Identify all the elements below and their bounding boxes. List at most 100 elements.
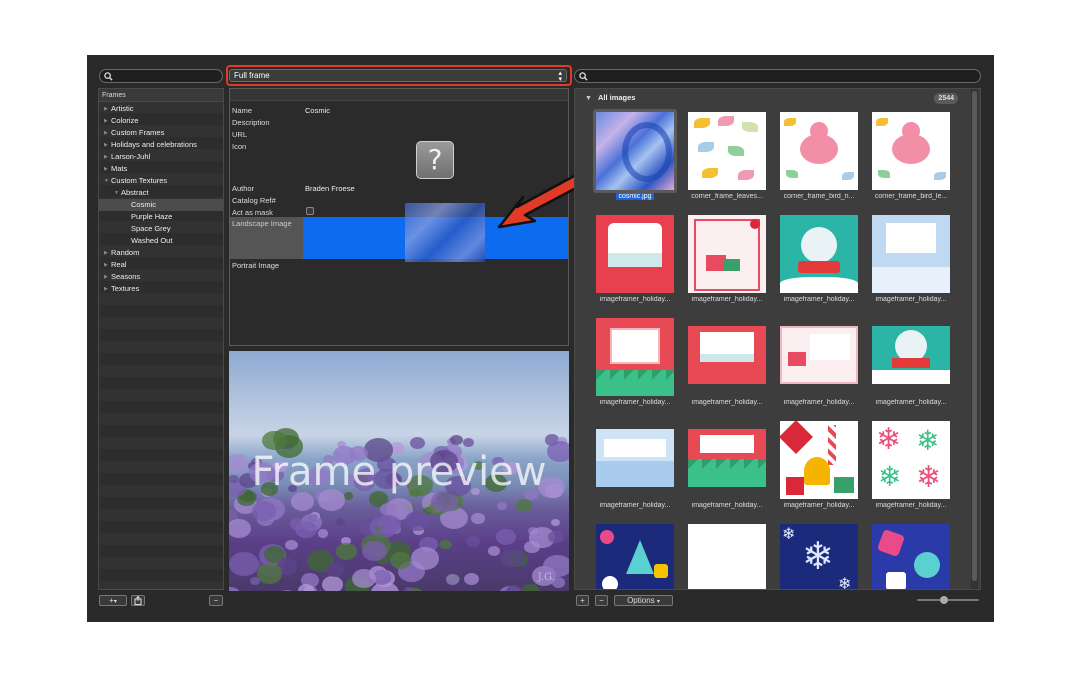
disclosure-closed-icon[interactable]: ▶ [104,151,108,163]
image-tile[interactable]: imageframer_holiday... [685,418,769,518]
add-frame-button[interactable]: +▾ [99,595,127,606]
frame-tree-item-label: Cosmic [131,200,157,209]
image-tile[interactable]: imageframer_holiday... [777,418,861,518]
frame-tree-item[interactable]: ▶ Random [99,247,223,259]
image-thumbnail[interactable] [780,318,858,396]
frame-tree-item[interactable]: Space Grey [99,223,223,235]
frame-tree-item[interactable]: Washed Out [99,235,223,247]
image-thumbnail[interactable] [596,215,674,293]
frame-tree-item[interactable]: ▶ Textures [99,283,223,295]
images-search-input[interactable] [574,69,981,83]
frame-tree-item[interactable]: ▼ Abstract [99,187,223,199]
image-tile[interactable]: imageframer_holiday... [685,315,769,415]
image-tile[interactable]: corner_frame_leaves... [685,109,769,209]
gallery-scrollbar[interactable] [971,89,978,589]
frame-tree-item[interactable]: ▶ Mats [99,163,223,175]
frame-tree-item-label: Space Grey [131,224,171,233]
disclosure-closed-icon[interactable]: ▶ [104,139,108,151]
image-tile[interactable]: imageframer_holiday... [593,212,677,312]
portrait-image-label: Portrait Image [232,261,280,270]
image-thumbnail[interactable] [596,112,674,190]
image-count-badge: 2544 [934,93,958,104]
disclosure-closed-icon[interactable]: ▶ [104,271,108,283]
image-thumbnail[interactable] [872,215,950,293]
image-thumbnail[interactable] [780,421,858,499]
disclosure-closed-icon[interactable]: ▶ [104,283,108,295]
disclosure-closed-icon[interactable]: ▶ [104,247,108,259]
disclosure-open-icon[interactable]: ▼ [104,175,109,187]
image-thumbnail[interactable] [688,215,766,293]
image-thumbnail[interactable] [780,112,858,190]
disclosure-closed-icon[interactable]: ▶ [104,259,108,271]
frame-tree-item[interactable]: ▼ Custom Textures [99,175,223,187]
catalog-ref-label: Catalog Ref# [232,196,276,205]
remove-image-button[interactable]: − [595,595,608,606]
frame-tree-item-label: Larson-Juhl [111,152,151,161]
frame-tree-item-label: Random [111,248,140,257]
image-tile[interactable]: imageframer_holiday... [593,418,677,518]
image-thumbnail[interactable] [872,524,950,589]
frames-search-input[interactable] [99,69,223,83]
image-thumbnail[interactable] [596,318,674,396]
image-tile[interactable]: ❄ ❄ ❄ [777,521,861,589]
image-thumbnail[interactable] [688,524,766,589]
image-tile[interactable]: corner_frame_bird_le... [869,109,953,209]
image-thumbnail[interactable] [688,421,766,499]
dragged-image-thumbnail[interactable] [405,203,485,262]
thumbnail-size-slider-knob[interactable] [940,596,948,604]
properties-header [230,89,568,101]
frame-tree-item[interactable]: Cosmic [99,199,223,211]
disclosure-triangle-icon[interactable]: ▼ [585,95,592,102]
act-as-mask-checkbox[interactable] [306,207,314,215]
image-tile[interactable]: imageframer_holiday... [685,212,769,312]
disclosure-open-icon[interactable]: ▼ [114,187,119,199]
disclosure-closed-icon[interactable]: ▶ [104,115,108,127]
image-tile[interactable]: imageframer_holiday... [777,212,861,312]
image-tile[interactable]: corner_frame_bird_ri... [777,109,861,209]
image-tile[interactable] [593,521,677,589]
frame-tree-item[interactable]: ▶ Artistic [99,103,223,115]
icon-label: Icon [232,142,247,151]
disclosure-closed-icon[interactable]: ▶ [104,163,108,175]
image-tile[interactable]: imageframer_holiday... [777,315,861,415]
image-tile[interactable]: imageframer_holiday... [869,315,953,415]
frame-tree-item[interactable]: ▶ Larson-Juhl [99,151,223,163]
frame-tree-item[interactable]: ▶ Holidays and celebrations [99,139,223,151]
add-image-button[interactable]: + [576,595,589,606]
frame-tree-item[interactable]: Purple Haze [99,211,223,223]
all-images-group-header[interactable]: ▼ All images [585,93,635,102]
disclosure-closed-icon[interactable]: ▶ [104,127,108,139]
image-tile[interactable]: imageframer_holiday... [593,315,677,415]
image-thumbnail[interactable]: ❄ ❄ ❄ ❄ [872,421,950,499]
author-value[interactable]: Braden Froese [305,184,355,193]
image-thumbnail[interactable] [780,215,858,293]
frame-tree-item[interactable]: ▶ Real [99,259,223,271]
frame-tree-item[interactable]: ▶ Custom Frames [99,127,223,139]
image-tile[interactable]: imageframer_holiday... [869,212,953,312]
frame-tree-item[interactable]: ▶ Seasons [99,271,223,283]
image-tile[interactable]: ❄ ❄ ❄ ❄ imageframer_holiday... [869,418,953,518]
image-tile[interactable] [685,521,769,589]
name-value[interactable]: Cosmic [305,106,330,115]
description-label: Description [232,118,270,127]
image-tile[interactable]: cosmic.jpg [593,109,677,209]
image-thumbnail[interactable]: ❄ ❄ ❄ [780,524,858,589]
image-thumbnail[interactable] [596,524,674,589]
options-menu-button[interactable]: Options ▾ [614,595,673,606]
disclosure-closed-icon[interactable]: ▶ [104,103,108,115]
image-thumbnail[interactable] [688,112,766,190]
image-thumbnail[interactable] [872,318,950,396]
thumbnail-size-slider[interactable] [917,599,979,601]
image-thumbnail[interactable] [688,318,766,396]
frame-tree-item-label: Real [111,260,127,269]
image-thumbnail[interactable] [596,421,674,499]
remove-frame-button[interactable]: − [209,595,223,606]
image-caption: imageframer_holiday... [783,502,855,509]
frame-tree-item[interactable]: ▶ Colorize [99,115,223,127]
image-tile[interactable] [869,521,953,589]
image-caption: corner_frame_bird_ri... [783,193,855,200]
image-thumbnail[interactable] [872,112,950,190]
share-button[interactable] [131,595,145,606]
icon-placeholder-icon[interactable]: ? [416,141,454,179]
image-caption: imageframer_holiday... [875,399,947,406]
